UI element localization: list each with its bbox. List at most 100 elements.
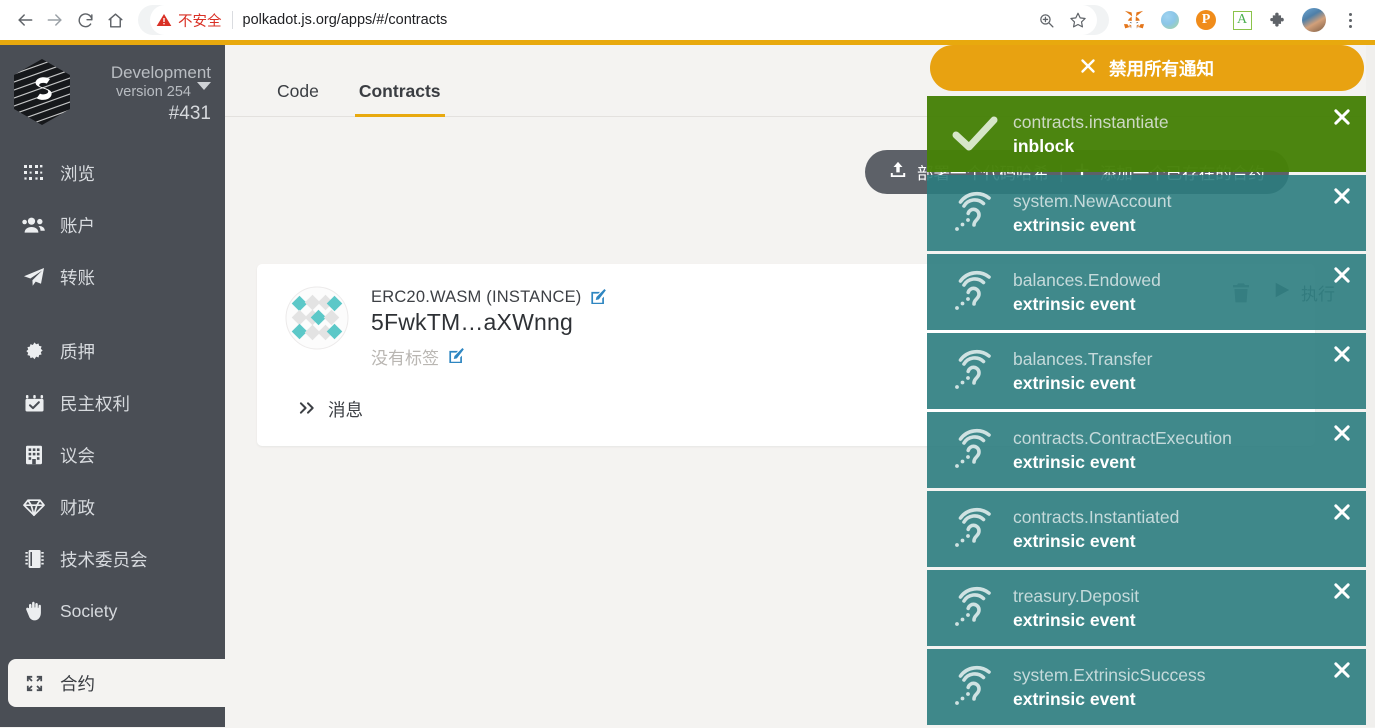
grid-dots-icon <box>22 162 46 184</box>
notification-body: system.ExtrinsicSuccess extrinsic event <box>1005 664 1353 711</box>
close-x-icon[interactable] <box>1333 582 1351 604</box>
kebab-menu-icon[interactable] <box>1335 5 1365 35</box>
broadcast-ear-icon <box>945 428 1005 472</box>
sidebar-item-tech-committee[interactable]: 技术委员会 <box>0 533 225 585</box>
close-x-icon[interactable] <box>1333 424 1351 446</box>
notification-title: system.NewAccount <box>1013 190 1172 211</box>
gear-sun-icon <box>22 340 46 362</box>
sidebar-item-staking[interactable]: 质押 <box>0 325 225 377</box>
contract-name: ERC20.WASM (INSTANCE) <box>371 288 582 306</box>
sidebar-item-explore[interactable]: 浏览 <box>0 147 225 199</box>
sidebar-item-council[interactable]: 议会 <box>0 429 225 481</box>
close-x-icon[interactable] <box>1333 345 1351 367</box>
notification-item[interactable]: contracts.ContractExecution extrinsic ev… <box>927 412 1367 488</box>
contract-tag-placeholder: 没有标签 <box>371 349 439 368</box>
edit-pencil-icon[interactable] <box>590 289 607 306</box>
close-x-icon[interactable] <box>1333 108 1351 130</box>
sidebar-item-accounts[interactable]: 账户 <box>0 199 225 251</box>
notification-subtitle: extrinsic event <box>1013 530 1136 551</box>
wallet-circle-icon[interactable] <box>1155 5 1185 35</box>
chevron-down-icon[interactable] <box>197 82 211 90</box>
contract-address: 5FwkTM…aXWnng <box>371 309 573 335</box>
sidebar-item-label: 技术委员会 <box>60 549 148 570</box>
contract-name-row: ERC20.WASM (INSTANCE) <box>371 288 607 307</box>
notification-item[interactable]: system.NewAccount extrinsic event <box>927 175 1367 251</box>
warning-triangle-icon <box>156 14 172 26</box>
sidebar-item-democracy[interactable]: 民主权利 <box>0 377 225 429</box>
sidebar-item-contracts[interactable]: 合约 <box>8 659 225 707</box>
broadcast-ear-icon <box>945 270 1005 314</box>
zoom-icon[interactable] <box>1031 5 1061 35</box>
polkadot-extension-icon[interactable]: P <box>1191 5 1221 35</box>
notification-subtitle: extrinsic event <box>1013 688 1136 709</box>
notification-title: balances.Endowed <box>1013 269 1161 290</box>
grammarly-icon[interactable]: A <box>1227 5 1257 35</box>
notification-body: system.NewAccount extrinsic event <box>1005 190 1353 237</box>
omnibox[interactable]: 不安全 polkadot.js.org/apps/#/contracts <box>138 5 1109 35</box>
profile-avatar[interactable] <box>1299 5 1329 35</box>
metamask-icon[interactable] <box>1119 5 1149 35</box>
page-scrollbar[interactable] <box>1366 45 1375 727</box>
expand-arrows-icon <box>22 672 46 694</box>
close-x-icon[interactable] <box>1333 187 1351 209</box>
reload-icon[interactable] <box>70 5 100 35</box>
home-icon[interactable] <box>100 5 130 35</box>
security-label: 不安全 <box>178 13 222 30</box>
tab-code[interactable]: Code <box>277 81 319 116</box>
metamask-fox-glyph <box>1124 10 1144 29</box>
broadcast-ear-icon <box>945 507 1005 551</box>
sidebar-item-treasury[interactable]: 财政 <box>0 481 225 533</box>
sidebar-item-label: 议会 <box>60 445 95 466</box>
edit-pencil-icon[interactable] <box>448 348 465 365</box>
close-x-icon[interactable] <box>1333 503 1351 525</box>
tab-contracts[interactable]: Contracts <box>354 81 445 117</box>
sidebar-item-label: Society <box>60 600 118 621</box>
forward-arrow-icon[interactable] <box>40 5 70 35</box>
notification-item[interactable]: balances.Transfer extrinsic event <box>927 333 1367 409</box>
notification-item[interactable]: system.ExtrinsicSuccess extrinsic event <box>927 649 1367 725</box>
notification-item[interactable]: balances.Endowed extrinsic event <box>927 254 1367 330</box>
sidebar-item-label: 转账 <box>60 267 95 288</box>
star-icon[interactable] <box>1063 5 1093 35</box>
notification-title: system.ExtrinsicSuccess <box>1013 664 1206 685</box>
close-x-icon[interactable] <box>1333 266 1351 288</box>
omnibox-inner[interactable]: 不安全 polkadot.js.org/apps/#/contracts <box>150 5 1097 35</box>
close-x-icon[interactable] <box>1333 661 1351 683</box>
broadcast-ear-icon <box>945 349 1005 393</box>
omnibox-divider <box>231 11 233 29</box>
sidebar: Development version 254 #431 浏览 账户 转账 质押… <box>0 45 225 727</box>
notification-body: treasury.Deposit extrinsic event <box>1005 585 1353 632</box>
sidebar-item-transfer[interactable]: 转账 <box>0 251 225 303</box>
grammarly-letter: A <box>1232 10 1252 30</box>
puzzle-extensions-icon[interactable] <box>1263 5 1293 35</box>
check-mark-icon <box>945 115 1005 153</box>
disable-all-notifications-button[interactable]: 禁用所有通知 <box>930 45 1364 91</box>
security-warning[interactable]: 不安全 <box>150 10 222 31</box>
browser-toolbar: 不安全 polkadot.js.org/apps/#/contracts P A <box>0 0 1375 40</box>
back-arrow-icon[interactable] <box>10 5 40 35</box>
paper-plane-icon <box>22 266 46 288</box>
brand-text: Development version 254 #431 <box>74 57 211 126</box>
brand-title: Development <box>110 63 211 82</box>
extension-icons: P A <box>1119 5 1365 35</box>
brand-header[interactable]: Development version 254 #431 <box>0 45 225 137</box>
notification-title: contracts.Instantiated <box>1013 506 1180 527</box>
notification-title: contracts.instantiate <box>1013 111 1169 132</box>
url-text[interactable]: polkadot.js.org/apps/#/contracts <box>243 12 448 28</box>
notification-body: balances.Transfer extrinsic event <box>1005 348 1353 395</box>
gem-icon <box>22 496 46 518</box>
omnibox-actions <box>1031 5 1097 35</box>
notification-body: contracts.ContractExecution extrinsic ev… <box>1005 427 1353 474</box>
notification-item[interactable]: contracts.Instantiated extrinsic event <box>927 491 1367 567</box>
polkadot-identicon <box>285 286 349 350</box>
notification-item[interactable]: treasury.Deposit extrinsic event <box>927 570 1367 646</box>
notifications-panel: 禁用所有通知 contracts.instantiate inblock sys… <box>927 45 1367 728</box>
notification-item[interactable]: contracts.instantiate inblock <box>927 96 1367 172</box>
broadcast-ear-icon <box>945 191 1005 235</box>
sidebar-item-label: 民主权利 <box>60 393 130 414</box>
notification-subtitle: extrinsic event <box>1013 451 1136 472</box>
brand-block-number: #431 <box>168 103 211 124</box>
sidebar-item-society[interactable]: Society <box>0 585 225 637</box>
notification-title: balances.Transfer <box>1013 348 1153 369</box>
disable-all-notifications-label: 禁用所有通知 <box>1109 58 1214 79</box>
